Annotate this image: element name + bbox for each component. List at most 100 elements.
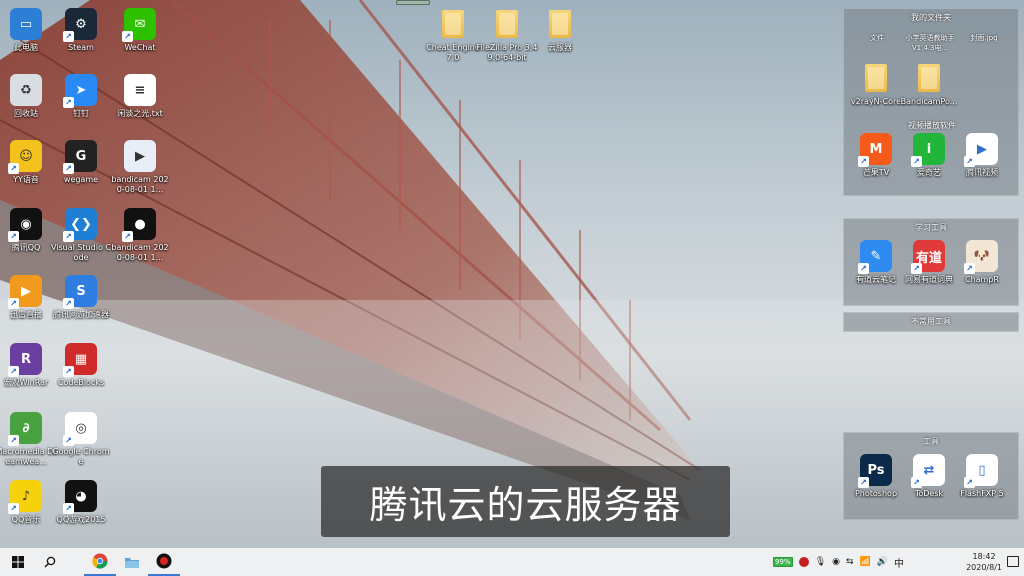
taskbar: 99% 🎙 ◉ ⇆ 📶 🔊 中 18:42 2020/8/1 (0, 548, 1024, 576)
desktop-icon-txt-file[interactable]: ≡ 闲谈之光.txt (109, 74, 171, 119)
fence-title: 不常用工具 (911, 317, 951, 326)
desktop-icon-tencent-net-accel[interactable]: S ↗ 腾讯网游加速器 (50, 275, 112, 320)
record-icon[interactable] (798, 557, 809, 567)
windows-start-icon[interactable] (2, 548, 34, 576)
vscode-icon: ❮❯ ↗ (63, 208, 97, 242)
desktop-icon-bandicam-2[interactable]: ● ↗ bandicam 2020-08-01 1... (109, 208, 171, 263)
desktop-icon-bandicam-mp4[interactable]: ▶ bandicam 2020-08-01 1... (109, 140, 171, 195)
taskbar-bandicam-icon[interactable] (148, 548, 180, 576)
shortcut-arrow-icon: ↗ (911, 156, 922, 167)
chrome-icon: ◎ ↗ (63, 412, 97, 446)
photoshop-icon: Ps ↗ (858, 454, 892, 488)
folder-yunshangji[interactable]: 云服器 (529, 8, 591, 53)
desktop-icon-yy[interactable]: ☺ ↗ YY语音 (0, 140, 57, 185)
desktop-icon-wegame[interactable]: G ↗ wegame (50, 140, 112, 185)
flashfxp-icon: ▯ ↗ (964, 454, 998, 488)
wechat-icon: ✉ ↗ (122, 8, 156, 42)
codeblocks-icon: ▦ ↗ (63, 343, 97, 377)
taskbar-folder-icon[interactable] (116, 548, 148, 576)
volume-icon[interactable]: 🔊 (877, 557, 888, 567)
shortcut-arrow-icon: ↗ (8, 435, 19, 446)
recycle-bin-icon: ♻ (10, 74, 42, 106)
qq-tray-icon[interactable]: ◉ (832, 557, 840, 567)
qq-game-icon: ◕ ↗ (63, 480, 97, 514)
shortcut-arrow-icon: ↗ (8, 503, 19, 514)
fence-item-label: FlashFXP 5 (960, 489, 1004, 498)
shortcut-arrow-icon: ↗ (122, 231, 133, 242)
fence-item-tencent-video[interactable]: ▶ ↗ 腾讯视频 (951, 133, 1013, 178)
desktop-icon-recycle-bin[interactable]: ♻ 回收站 (0, 74, 57, 119)
shortcut-arrow-icon: ↗ (63, 163, 74, 174)
accelerator-icon: S ↗ (63, 275, 97, 309)
notification-icon[interactable] (1007, 556, 1019, 567)
desktop-icon-tencent-qq[interactable]: ◉ ↗ 腾讯QQ (0, 208, 57, 253)
clock-date: 2020/8/1 (966, 563, 1002, 572)
shortcut-arrow-icon: ↗ (911, 477, 922, 488)
desktop-icon-label: Steam (68, 43, 94, 52)
desktop-icon-label: wegame (63, 175, 99, 184)
desktop-icon-label: Google Chrome (52, 447, 110, 466)
dreamweaver-icon: ∂ ↗ (8, 412, 42, 446)
fence-sub-file[interactable]: 文件 (849, 33, 905, 43)
folder-icon (491, 8, 523, 40)
desktop-icon-codeblocks[interactable]: ▦ ↗ CodeBlocks (50, 343, 112, 388)
shortcut-arrow-icon: ↗ (964, 156, 975, 167)
yy-icon: ☺ ↗ (8, 140, 42, 174)
desktop-icon-tencent-video-app[interactable]: ▶ ↗ 迅雷直播 (0, 275, 57, 320)
video-subtitle: 腾讯云的云服务器 (321, 466, 730, 537)
bandicam-icon: ● ↗ (122, 208, 156, 242)
fence-sub-cover[interactable]: 封面.jpg (956, 33, 1012, 43)
tencent-video-icon: ▶ ↗ (964, 133, 998, 167)
fence-item-champr[interactable]: 🐶 ↗ ChampR (951, 240, 1013, 285)
fence-title: 工具 (923, 437, 939, 446)
wifi-icon[interactable]: 📶 (860, 557, 871, 567)
desktop-icon-label: YY语音 (13, 175, 39, 184)
folder-icon (437, 8, 469, 40)
desktop-icon-label: Macromedia Dreamwea... (0, 447, 57, 466)
desktop-icon-this-pc[interactable]: ▭ 此电脑 (0, 8, 57, 53)
fence-sub-helper[interactable]: 小学英语教助手V1.4.3电... (902, 33, 958, 53)
search-icon[interactable] (34, 548, 66, 576)
dingtalk-icon: ➤ ↗ (63, 74, 97, 108)
qq-icon: ◉ ↗ (8, 208, 42, 242)
folder-cheat-engine[interactable]: Cheat Engine 7.0 (422, 8, 484, 63)
desktop-icon-dreamweaver[interactable]: ∂ ↗ Macromedia Dreamwea... (0, 412, 57, 467)
text-file-icon: ≡ (124, 74, 156, 106)
shortcut-arrow-icon: ↗ (63, 298, 74, 309)
desktop-icon-chrome[interactable]: ◎ ↗ Google Chrome (50, 412, 112, 467)
rar-icon: R ↗ (8, 343, 42, 377)
battery-indicator[interactable]: 99% (772, 557, 793, 567)
desktop-icon-label: 闲谈之光.txt (117, 109, 163, 118)
desktop-icon-label: 钉钉 (73, 109, 89, 118)
desktop-icon-label: 回收站 (14, 109, 38, 118)
shortcut-arrow-icon: ↗ (63, 435, 74, 446)
desktop-icon-label: Visual Studio Code (50, 243, 112, 262)
taskbar-clock[interactable]: 18:42 2020/8/1 (966, 551, 1002, 573)
desktop-icon-label: 迅雷直播 (10, 310, 42, 319)
desktop-icon-qq-music[interactable]: ♪ ↗ QQ音乐 (0, 480, 57, 525)
microphone-icon[interactable]: 🎙 (815, 557, 826, 567)
desktop-icon-label: CodeBlocks (57, 378, 105, 387)
shortcut-arrow-icon: ↗ (8, 163, 19, 174)
mango-tv-icon: M ↗ (858, 133, 892, 167)
folder-label: Cheat Engine 7.0 (426, 43, 480, 62)
desktop-icon-label: 腾讯网游加速器 (53, 310, 109, 319)
desktop-icon-steam[interactable]: ⚙ ↗ Steam (50, 8, 112, 53)
desktop-icon-wechat[interactable]: ✉ ↗ WeChat (109, 8, 171, 53)
fence-item-folder-bandicampo[interactable]: BandicamPo... (898, 62, 960, 107)
fence-item-flashfxp[interactable]: ▯ ↗ FlashFXP 5 (951, 454, 1013, 499)
desktop-icon-winrar[interactable]: R ↗ 宏观WinRar (0, 343, 57, 388)
desktop-icon-label: WeChat (124, 43, 156, 52)
desktop-icon-qq-game[interactable]: ◕ ↗ QQ游戏2015 (50, 480, 112, 525)
youdao-dict-icon: 有道 ↗ (911, 240, 945, 274)
desktop-icon-dingding[interactable]: ➤ ↗ 钉钉 (50, 74, 112, 119)
input-language[interactable]: 中 (894, 555, 904, 570)
pc-icon: ▭ (10, 8, 42, 40)
network-tray-icon[interactable]: ⇆ (846, 557, 854, 567)
shortcut-arrow-icon: ↗ (8, 298, 19, 309)
fence-rare-tools[interactable]: 不常用工具 (843, 312, 1019, 332)
folder-label: 云服器 (548, 43, 572, 52)
desktop-icon-vscode[interactable]: ❮❯ ↗ Visual Studio Code (50, 208, 112, 263)
fence-item-label: ChampR (965, 275, 999, 284)
taskbar-chrome-icon[interactable] (84, 548, 116, 576)
